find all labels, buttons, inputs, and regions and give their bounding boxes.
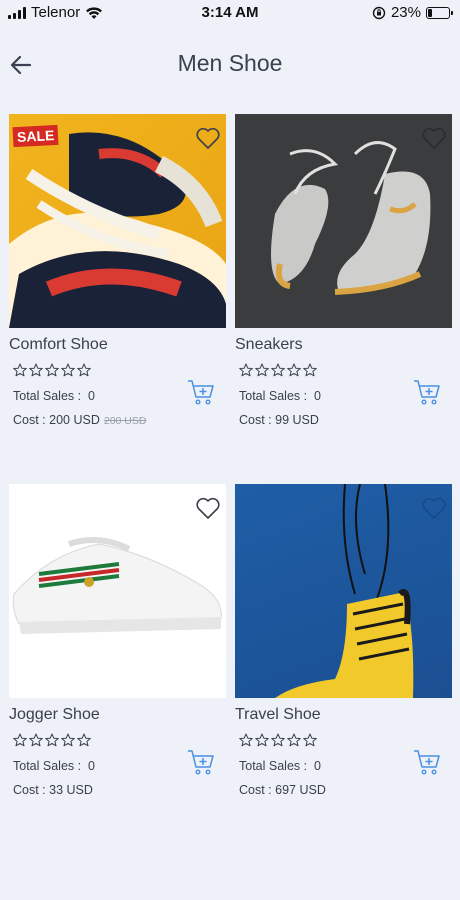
total-sales-label: Total Sales : (13, 389, 82, 403)
product-meta: Total Sales : 0 Cost : 200 USD 200 USD (13, 380, 226, 437)
product-name: Travel Shoe (235, 706, 321, 723)
rating-stars[interactable] (13, 733, 226, 747)
star-icon[interactable] (239, 363, 253, 377)
star-icon[interactable] (29, 363, 43, 377)
star-icon[interactable] (255, 733, 269, 747)
star-icon[interactable] (287, 363, 301, 377)
product-image[interactable] (235, 484, 452, 698)
star-icon[interactable] (13, 363, 27, 377)
product-name: Jogger Shoe (9, 706, 100, 723)
cost-label: Cost : (239, 413, 272, 427)
star-icon[interactable] (255, 363, 269, 377)
total-sales-label: Total Sales : (239, 759, 308, 773)
total-sales-value: 0 (88, 759, 95, 773)
total-sales-label: Total Sales : (239, 389, 308, 403)
star-icon[interactable] (61, 733, 75, 747)
cost-value: 33 USD (49, 783, 93, 797)
heart-icon[interactable] (194, 124, 222, 152)
product-card[interactable]: Jogger Shoe Total Sales : 0 Cost : 33 US… (9, 484, 226, 807)
product-image[interactable] (9, 484, 226, 698)
star-icon[interactable] (45, 363, 59, 377)
status-bar: Telenor 3:14 AM 23% (0, 0, 460, 26)
total-sales-value: 0 (88, 389, 95, 403)
star-icon[interactable] (45, 733, 59, 747)
product-meta: Total Sales : 0 Cost : 697 USD (239, 750, 452, 807)
sale-badge: SALE (12, 124, 59, 148)
orientation-lock-icon (372, 6, 386, 19)
total-sales-value: 0 (314, 389, 321, 403)
star-icon[interactable] (303, 733, 317, 747)
rating-stars[interactable] (239, 363, 452, 377)
star-icon[interactable] (29, 733, 43, 747)
product-image[interactable]: SALE (9, 114, 226, 328)
heart-icon[interactable] (194, 494, 222, 522)
rating-stars[interactable] (13, 363, 226, 377)
total-sales-value: 0 (314, 759, 321, 773)
add-to-cart-icon[interactable] (412, 377, 442, 407)
battery-percent: 23% (390, 4, 421, 21)
star-icon[interactable] (271, 363, 285, 377)
add-to-cart-icon[interactable] (412, 747, 442, 777)
product-card[interactable]: Travel Shoe Total Sales : 0 Cost : 697 U… (235, 484, 452, 807)
add-to-cart-icon[interactable] (186, 747, 216, 777)
rating-stars[interactable] (239, 733, 452, 747)
star-icon[interactable] (287, 733, 301, 747)
battery-icon (426, 6, 453, 19)
heart-icon[interactable] (420, 124, 448, 152)
product-name: Comfort Shoe (9, 336, 108, 353)
heart-icon[interactable] (420, 494, 448, 522)
header: Men Shoe (0, 44, 460, 88)
cost-label: Cost : (13, 783, 46, 797)
star-icon[interactable] (303, 363, 317, 377)
cost-value: 200 USD (49, 413, 100, 427)
cost-label: Cost : (239, 783, 272, 797)
product-card[interactable]: Sneakers Total Sales : 0 Cost : 99 USD (235, 114, 452, 437)
star-icon[interactable] (239, 733, 253, 747)
product-meta: Total Sales : 0 Cost : 33 USD (13, 750, 226, 807)
add-to-cart-icon[interactable] (186, 377, 216, 407)
product-name: Sneakers (235, 336, 303, 353)
star-icon[interactable] (13, 733, 27, 747)
product-image[interactable] (235, 114, 452, 328)
star-icon[interactable] (271, 733, 285, 747)
star-icon[interactable] (77, 733, 91, 747)
total-sales-label: Total Sales : (13, 759, 82, 773)
star-icon[interactable] (77, 363, 91, 377)
product-meta: Total Sales : 0 Cost : 99 USD (239, 380, 452, 437)
cost-label: Cost : (13, 413, 46, 427)
page-title: Men Shoe (177, 50, 283, 76)
cost-value: 99 USD (275, 413, 319, 427)
star-icon[interactable] (61, 363, 75, 377)
product-card[interactable]: SALE Comfort Shoe Total Sales : 0 Cost :… (9, 114, 226, 437)
status-right: 23% (372, 4, 453, 21)
old-cost-value: 200 USD (103, 415, 147, 427)
cost-value: 697 USD (275, 783, 326, 797)
